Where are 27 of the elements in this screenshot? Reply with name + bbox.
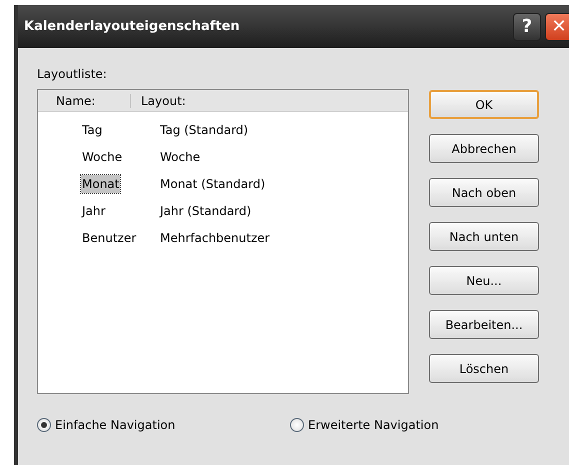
radio-label[interactable]: Einfache Navigation bbox=[55, 418, 176, 432]
radio-button[interactable] bbox=[37, 418, 51, 432]
layout-cell: Tag (Standard) bbox=[160, 122, 248, 136]
list-item[interactable]: Jahr bbox=[81, 202, 106, 220]
radio-label[interactable]: Erweiterte Navigation bbox=[308, 418, 439, 432]
list-item[interactable]: Tag bbox=[81, 120, 104, 138]
window-title: Kalenderlayouteigenschaften bbox=[24, 19, 241, 34]
list-label: Layoutliste: bbox=[37, 67, 108, 81]
layout-cell: Mehrfachbenutzer bbox=[160, 230, 270, 244]
column-header[interactable]: Name: bbox=[38, 94, 131, 108]
help-button[interactable]: ? bbox=[513, 12, 541, 40]
layout-cell: Monat (Standard) bbox=[160, 176, 266, 190]
dialog-button[interactable]: Löschen bbox=[429, 354, 539, 383]
dialog-button[interactable]: Nach oben bbox=[429, 178, 539, 207]
dialog-button[interactable]: Nach unten bbox=[429, 222, 539, 251]
list-item[interactable]: Monat bbox=[81, 174, 120, 192]
dialog-button[interactable]: Bearbeiten... bbox=[429, 310, 539, 339]
radio-button[interactable] bbox=[290, 418, 304, 432]
column-header[interactable]: Layout: bbox=[131, 94, 186, 108]
layout-cell: Woche bbox=[160, 150, 200, 164]
dialog-button[interactable]: Neu... bbox=[429, 266, 539, 295]
list-item[interactable]: Benutzer bbox=[81, 228, 138, 246]
layout-cell: Jahr (Standard) bbox=[160, 204, 252, 218]
list-item[interactable]: Woche bbox=[81, 148, 124, 166]
layout-list[interactable]: Name: Layout: Tag Tag (Standard) Woche Woche Monat Monat (Standard) Jahr Jahr (Standard) Benutzer Mehrfachbenutzer bbox=[37, 89, 409, 394]
dialog-button[interactable]: OK bbox=[429, 90, 539, 119]
dialog-button[interactable]: Abbrechen bbox=[429, 134, 539, 163]
